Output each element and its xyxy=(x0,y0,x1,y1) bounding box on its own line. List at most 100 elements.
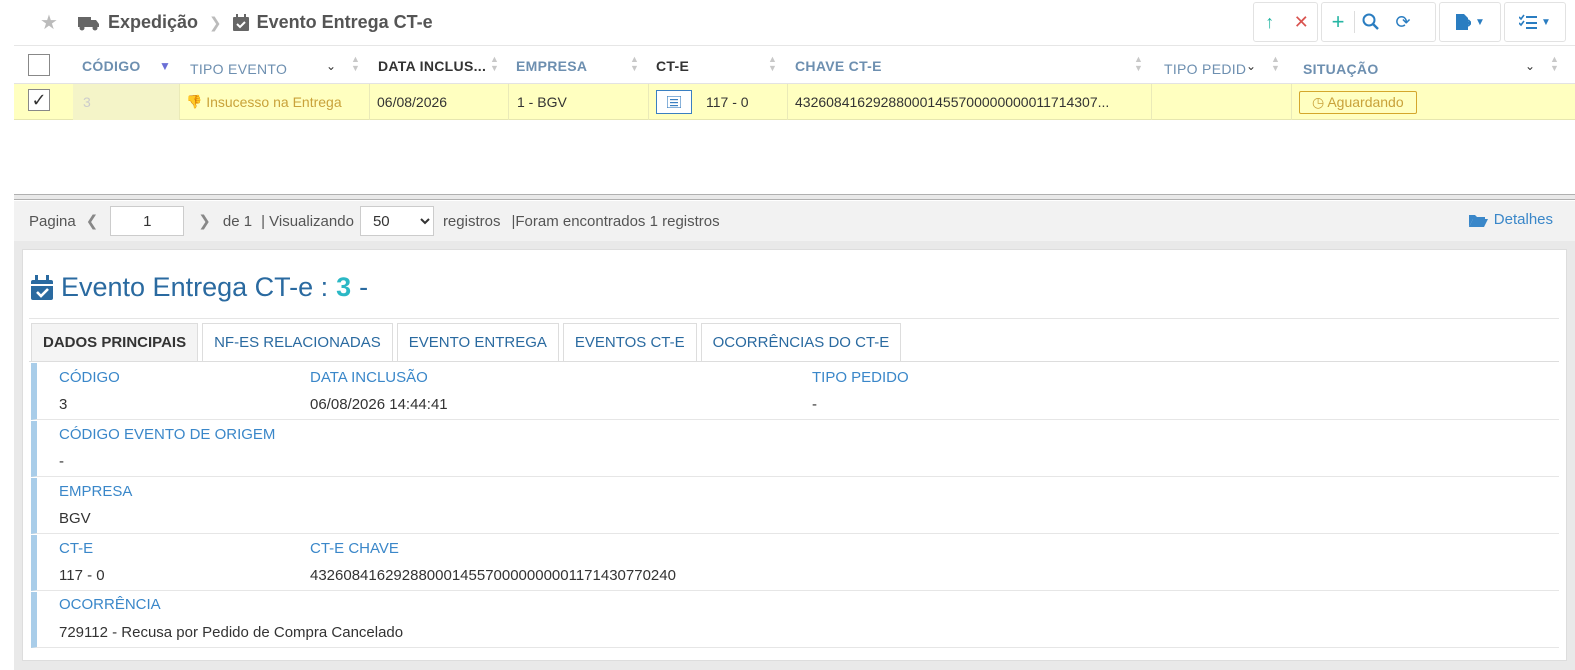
close-icon[interactable]: ✕ xyxy=(1286,3,1318,41)
ocorrencia-label: OCORRÊNCIA xyxy=(59,596,161,613)
detail-title-text: Evento Entrega CT-e : xyxy=(61,272,329,302)
codigo-origem-value: - xyxy=(59,453,64,470)
row-checkbox-checked-icon[interactable]: ✓ xyxy=(28,89,50,111)
field-row-5: OCORRÊNCIA 729112 - Recusa por Pedido de… xyxy=(31,592,1559,648)
resize-divider[interactable] xyxy=(14,194,1575,200)
column-header-situacao[interactable]: SITUAÇÃO xyxy=(1303,50,1379,87)
codigo-value: 3 xyxy=(59,396,68,413)
chevron-down-icon[interactable]: ⌄ xyxy=(1525,47,1535,84)
tab-eventos-cte[interactable]: EVENTOS CT-E xyxy=(562,323,697,361)
column-header-tipo-pedido[interactable]: TIPO PEDID xyxy=(1164,50,1246,87)
tipo-pedido-label: TIPO PEDIDO xyxy=(812,369,909,386)
refresh-icon[interactable]: ⟳ xyxy=(1387,3,1419,41)
sort-icon[interactable]: ▲ ▼ xyxy=(1134,55,1143,73)
column-header-chave-cte[interactable]: CHAVE CT-E xyxy=(795,47,882,84)
record-actions-group: + ⟳ xyxy=(1321,2,1436,42)
table-row[interactable]: ✓ 3 👎 Insucesso na Entrega 06/08/2026 1 … xyxy=(14,84,1575,120)
sort-icon[interactable]: ▲ ▼ xyxy=(490,55,499,73)
sort-icon[interactable]: ▲ ▼ xyxy=(768,55,777,73)
arrow-up-icon[interactable]: ↑ xyxy=(1254,3,1286,41)
breadcrumb-separator-icon: ❯ xyxy=(208,14,222,32)
folder-open-icon xyxy=(1468,214,1488,227)
cte-chave-label: CT-E CHAVE xyxy=(310,540,399,557)
tab-ocorrencias-cte[interactable]: OCORRÊNCIAS DO CT-E xyxy=(700,323,902,361)
cell-cte: 117 - 0 xyxy=(706,94,749,110)
favorite-star-icon[interactable]: ★ xyxy=(40,10,58,35)
search-icon[interactable] xyxy=(1355,3,1387,41)
empresa-value: BGV xyxy=(59,510,91,527)
pagina-label: Pagina xyxy=(29,212,76,230)
empresa-label: EMPRESA xyxy=(59,483,133,500)
cell-codigo: 3 xyxy=(73,84,179,120)
prev-page-icon[interactable]: ❮ xyxy=(86,212,99,230)
details-link-label[interactable]: Detalhes xyxy=(1494,211,1553,228)
export-icon[interactable]: ▼ xyxy=(1440,3,1500,41)
next-page-icon[interactable]: ❯ xyxy=(198,212,211,230)
status-label: Aguardando xyxy=(1327,93,1404,110)
tab-nfes-relacionadas[interactable]: NF-ES RELACIONADAS xyxy=(202,323,393,361)
detail-record-number: 3 xyxy=(336,272,352,302)
add-icon[interactable]: + xyxy=(1322,3,1354,41)
tab-dados-principais[interactable]: DADOS PRINCIPAIS xyxy=(31,323,199,361)
cte-chave-value: 4326084162928800014557000000000117143077… xyxy=(310,567,676,584)
calendar-check-icon xyxy=(31,275,53,300)
sort-icon[interactable]: ▲ ▼ xyxy=(351,55,360,73)
list-icon[interactable] xyxy=(656,90,692,114)
detail-panel-wrap: Evento Entrega CT-e : 3 - DADOS PRINCIPA… xyxy=(14,241,1575,670)
truck-icon xyxy=(77,16,99,30)
clock-icon: ◷ xyxy=(1312,93,1325,110)
cte-value: 117 - 0 xyxy=(59,567,105,584)
chevron-down-icon[interactable]: ⌄ xyxy=(326,47,336,84)
breadcrumb-module[interactable]: Expedição xyxy=(108,12,198,33)
tipo-pedido-value: - xyxy=(812,396,817,413)
cell-cte-button[interactable] xyxy=(656,84,692,120)
title-divider xyxy=(29,318,1559,319)
tabs-divider xyxy=(29,361,1559,362)
detail-tabs: DADOS PRINCIPAIS NF-ES RELACIONADAS EVEN… xyxy=(31,323,905,361)
tab-evento-entrega[interactable]: EVENTO ENTREGA xyxy=(396,323,559,361)
sort-desc-icon[interactable]: ▼ xyxy=(159,47,171,84)
codigo-label: CÓDIGO xyxy=(59,369,120,386)
thumbs-down-icon: 👎 xyxy=(186,94,203,109)
pager: Pagina ❮ ❯ de 1 | Visualizando 50 regist… xyxy=(14,201,1575,241)
column-header-cte[interactable]: CT-E xyxy=(656,47,689,84)
sort-icon[interactable]: ▲ ▼ xyxy=(630,55,639,73)
data-inclusao-value: 06/08/2026 14:44:41 xyxy=(310,396,448,413)
per-page-select[interactable]: 50 xyxy=(359,206,434,236)
select-all-checkbox[interactable] xyxy=(28,54,50,76)
detail-title-suffix: - xyxy=(359,272,369,302)
column-header-codigo[interactable]: CÓDIGO xyxy=(82,47,141,84)
page-input[interactable] xyxy=(110,206,185,236)
checklist-icon[interactable]: ▼ xyxy=(1505,3,1565,41)
data-inclusao-label: DATA INCLUSÃO xyxy=(310,369,428,386)
sort-icon[interactable]: ▲ ▼ xyxy=(1550,55,1559,73)
top-bar: ★ Expedição ❯ Evento Entrega CT-e ↑ ✕ + … xyxy=(14,0,1575,46)
cell-empresa: 1 - BGV xyxy=(517,94,567,110)
found-count-label: |Foram encontrados 1 registros xyxy=(511,212,720,230)
chevron-down-icon: ▼ xyxy=(1475,16,1485,28)
codigo-origem-label: CÓDIGO EVENTO DE ORIGEM xyxy=(59,426,276,443)
column-header-tipo-evento[interactable]: TIPO EVENTO xyxy=(190,50,287,87)
cte-label: CT-E xyxy=(59,540,94,557)
breadcrumb-page: Evento Entrega CT-e xyxy=(256,12,433,32)
sort-icon[interactable]: ▲ ▼ xyxy=(1271,55,1280,73)
ocorrencia-value: 729112 - Recusa por Pedido de Compra Can… xyxy=(59,624,404,641)
cell-tipo-evento: 👎 Insucesso na Entrega xyxy=(186,84,342,120)
status-badge-content: ◷ Aguardando xyxy=(1299,90,1417,114)
status-badge: ◷ Aguardando xyxy=(1299,84,1417,120)
details-link[interactable]: Detalhes xyxy=(1468,211,1553,228)
export-button[interactable]: ▼ xyxy=(1439,2,1501,42)
chevron-down-icon: ▼ xyxy=(1541,16,1551,28)
grid-empty-area xyxy=(14,121,1575,194)
registros-label: registros xyxy=(442,212,501,230)
column-header-empresa[interactable]: EMPRESA xyxy=(516,47,587,84)
field-row-3: EMPRESA BGV xyxy=(31,478,1559,534)
columns-menu-button[interactable]: ▼ xyxy=(1504,2,1566,42)
cell-chave-cte: 43260841629288000145570000000001171430​7… xyxy=(795,94,1110,110)
column-header-data-inclusao[interactable]: DATA INCLUS... xyxy=(378,47,486,84)
visualizando-label: | Visualizando xyxy=(261,212,354,230)
breadcrumb: ★ Expedição ❯ Evento Entrega CT-e xyxy=(40,10,433,35)
field-row-2: CÓDIGO EVENTO DE ORIGEM - xyxy=(31,421,1559,477)
record-nav-group: ↑ ✕ xyxy=(1253,2,1318,42)
chevron-down-icon[interactable]: ⌄ xyxy=(1246,47,1256,84)
